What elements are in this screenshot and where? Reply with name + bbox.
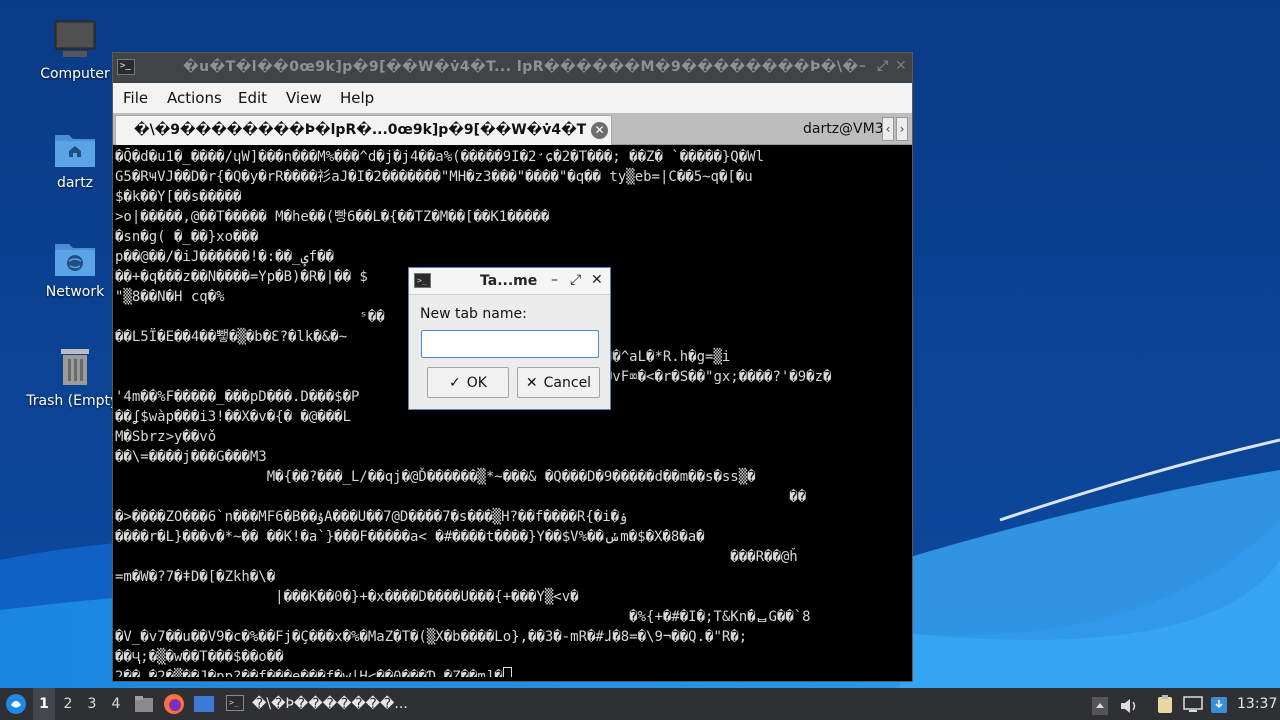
- ok-button-label: OK: [466, 374, 487, 391]
- taskbar: 1 2 3 4 >_ �\�Ϸ�������... 13:37: [0, 688, 1280, 720]
- trash-icon: [61, 349, 89, 385]
- clipboard-icon[interactable]: [1155, 694, 1175, 714]
- workspace-3[interactable]: 3: [81, 688, 103, 720]
- terminal-line: |���K��0�}+�x����D����U���{+���Y▒<v�: [115, 589, 579, 605]
- menu-edit[interactable]: Edit: [238, 89, 267, 107]
- terminal-line: M�{��?���_L/��qj�@Ď������▒*~���& �Q���D�…: [115, 469, 756, 485]
- terminal-cursor: [502, 667, 512, 677]
- dialog-minimize-icon[interactable]: –: [551, 272, 558, 288]
- check-icon: ✓: [449, 374, 461, 391]
- tab-scroll-left-icon[interactable]: ‹: [882, 117, 894, 141]
- terminal-line: �%{+�#�I�;T&Kn�ᆸG��`8: [115, 609, 811, 625]
- network-folder-icon: [55, 244, 95, 276]
- dialog-close-icon[interactable]: ✕: [591, 272, 603, 288]
- terminal-line: ��\=����j���G���M3: [115, 449, 267, 465]
- menu-file[interactable]: File: [123, 89, 148, 107]
- terminal-line: ����r�L}���v�*~�� ��K!�a`}���F�����a< �#…: [115, 529, 705, 545]
- dialog-title: Ta...me: [480, 273, 538, 289]
- terminal-line: �V_�v7��u��V9�c�%��Fj�Ç���x�%�MaZ�T�(▒X�…: [115, 629, 748, 645]
- rename-tab-dialog: >_ Ta...me – ⤢ ✕ New tab name: ✓ OK ✕ Canc…: [408, 267, 611, 410]
- terminal-line: ��Ҷ;�▒�w��T���$��o��: [115, 649, 284, 665]
- tab-close-icon[interactable]: ✕: [591, 122, 608, 139]
- terminal-line: ��: [115, 489, 807, 505]
- start-menu-icon[interactable]: [4, 692, 28, 716]
- terminal-output[interactable]: �Q̄�d�u1�_����/ɥW]���n���M%���^d�j�j4��a…: [115, 147, 910, 677]
- ok-button[interactable]: ✓ OK: [427, 367, 509, 398]
- terminal-icon: >_: [226, 695, 244, 711]
- file-manager-icon[interactable]: [134, 694, 154, 714]
- updates-icon[interactable]: [1210, 694, 1228, 714]
- terminal-line: �sn�g( �_��}xo���: [115, 229, 259, 245]
- terminal-line: p��@��/�iJ������!�:��_ؠf��: [115, 249, 334, 265]
- terminal-line: =m�W�?7�ǂD�[�Zkh�\�: [115, 569, 276, 585]
- tab-label: �\�9��������Ϸ�lpR�...0œ9k]p�9[��W�v̇4�T: [134, 122, 587, 138]
- terminal-icon: >_: [414, 273, 431, 288]
- terminal-icon: >_: [117, 59, 135, 75]
- taskbar-terminal-task[interactable]: >_ �\�Ϸ�������...: [222, 690, 412, 718]
- taskbar-task-label: �\�Ϸ�������...: [252, 696, 408, 712]
- menu-help[interactable]: Help: [340, 89, 374, 107]
- minimize-icon[interactable]: –: [859, 58, 866, 74]
- menu-view[interactable]: View: [286, 89, 322, 107]
- network-icon[interactable]: [1182, 694, 1204, 714]
- dialog-maximize-icon[interactable]: ⤢: [570, 272, 581, 288]
- tab-name-input[interactable]: [421, 330, 599, 358]
- tray-up-arrow-icon[interactable]: [1092, 695, 1108, 715]
- window-title: �u�T�l��0œ9k]p�9[��W�v̇4�T... lpR������M…: [183, 59, 859, 75]
- maximize-icon[interactable]: ⤢: [877, 58, 888, 74]
- terminal-line: $�k��Y[��s�����: [115, 189, 242, 205]
- computer-icon: [54, 20, 96, 57]
- tab-active[interactable]: �\�9��������Ϸ�lpR�...0œ9k]p�9[��W�v̇4�T …: [115, 115, 612, 145]
- terminal-line: ���R��@ȟ: [115, 549, 798, 565]
- cancel-icon: ✕: [525, 374, 538, 391]
- tab-scroll-right-icon[interactable]: ›: [896, 117, 908, 141]
- terminal-line: G5�RҸVJ��D�r{�Q�y�rR����衫aJ�I�2�������"M…: [115, 169, 753, 185]
- cancel-button[interactable]: ✕ Cancel: [517, 367, 600, 398]
- tab-bar: �\�9��������Ϸ�lpR�...0œ9k]p�9[��W�v̇4�T …: [113, 113, 912, 145]
- firefox-icon[interactable]: [163, 693, 185, 715]
- volume-icon[interactable]: [1119, 695, 1139, 713]
- tab-dartz[interactable]: dartz@VM3: [803, 121, 884, 137]
- new-tab-name-label: New tab name:: [420, 306, 527, 322]
- terminal-line: �>����ZO���6`n���MF6�B��ۇA���U��7@D����7…: [115, 509, 628, 525]
- workspace-2[interactable]: 2: [57, 688, 79, 720]
- home-folder-icon: [55, 135, 95, 167]
- close-icon[interactable]: ✕: [895, 58, 907, 74]
- workspace-1[interactable]: 1: [33, 688, 55, 720]
- show-desktop-icon[interactable]: [193, 694, 215, 714]
- terminal-line: �Q̄�d�u1�_����/ɥW]���n���M%���^d�j�j4��a…: [115, 149, 765, 165]
- clock: 13:37: [1237, 696, 1278, 712]
- dialog-titlebar[interactable]: >_ Ta...me – ⤢ ✕: [409, 268, 610, 295]
- terminal-line: >o|�����,@��T����� M�he��(빵6��L�{��TZ�M�…: [115, 209, 550, 225]
- menu-actions[interactable]: Actions: [167, 89, 222, 107]
- terminal-line: ��ʆ$wàp���i3!��X�v�{� �@���L: [115, 409, 352, 425]
- terminal-line: M�Sbrz>y��vǒ: [115, 429, 217, 445]
- window-titlebar[interactable]: >_ �u�T�l��0œ9k]p�9[��W�v̇4�T... lpR����…: [113, 53, 912, 83]
- workspace-4[interactable]: 4: [105, 688, 127, 720]
- cancel-button-label: Cancel: [543, 374, 592, 391]
- terminal-line: 2��.�2�▒��J�pp?��f���e���f�w|H<��0���Ɗ_�…: [115, 667, 910, 677]
- menu-bar: File Actions Edit View Help: [113, 83, 912, 113]
